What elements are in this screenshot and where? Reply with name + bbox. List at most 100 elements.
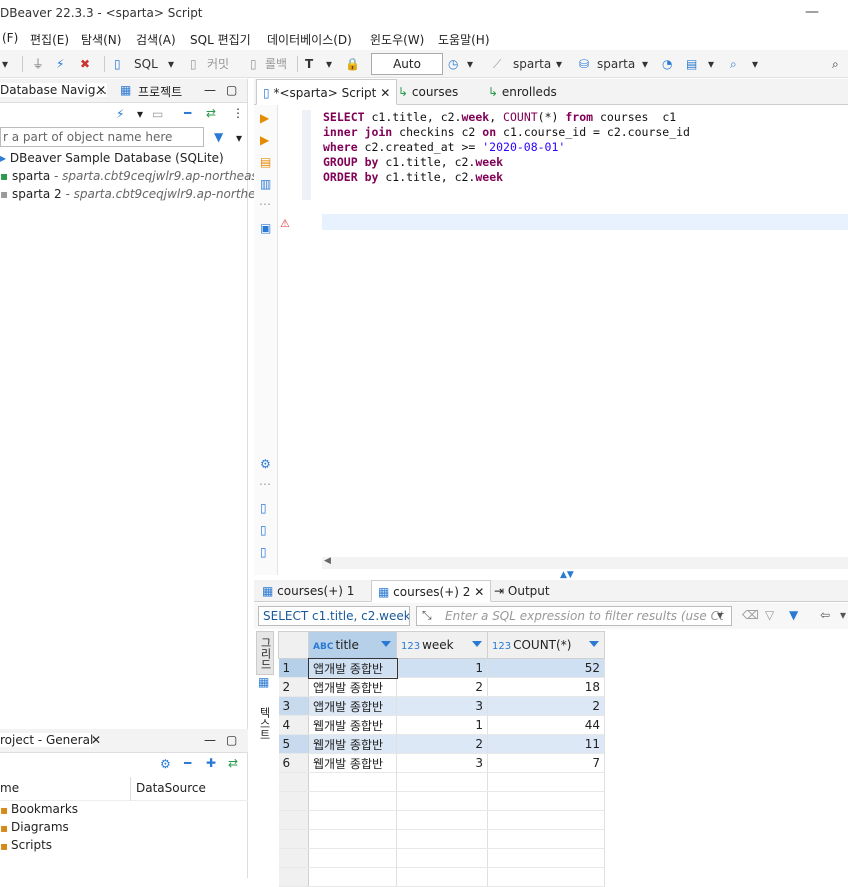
expand-icon[interactable]: ⤡ xyxy=(422,608,432,623)
rollback-icon[interactable]: ▯ xyxy=(250,55,257,73)
table-row[interactable]: 4 웹개발 종합반 1 44 xyxy=(278,715,605,735)
cell-count[interactable]: 52 xyxy=(487,658,605,678)
transaction-mode-field[interactable]: Auto xyxy=(371,53,443,75)
connect-icon[interactable]: ⏚ xyxy=(32,55,44,73)
history-icon[interactable]: ◷ xyxy=(448,55,458,73)
connection-icon[interactable]: ⟋ xyxy=(493,55,501,73)
close-icon[interactable]: ✕ xyxy=(474,585,484,599)
maximize-results-icon[interactable]: ▲▼ xyxy=(560,570,574,580)
cell-count[interactable]: 7 xyxy=(487,753,605,773)
code-line[interactable]: where c2.created_at >= '2020-08-01' xyxy=(323,140,690,155)
cell-week[interactable]: 1 xyxy=(396,715,488,735)
dashboard-icon[interactable]: ◔ xyxy=(662,55,672,73)
project-item[interactable]: ▪ Bookmarks xyxy=(0,801,248,819)
menu-window[interactable]: 윈도우(W) xyxy=(370,31,424,48)
row-number[interactable]: 4 xyxy=(278,715,309,735)
column-header-count[interactable]: 123 COUNT(*) xyxy=(487,631,605,659)
filter-history-icon[interactable]: ▾ xyxy=(717,608,723,622)
code-line[interactable]: inner join checkins c2 on c1.course_id =… xyxy=(323,125,690,140)
cell-week[interactable]: 3 xyxy=(396,753,488,773)
menu-file[interactable]: (F) xyxy=(2,31,18,45)
cell-week[interactable]: 3 xyxy=(396,696,488,716)
new-folder-icon[interactable]: ▭ xyxy=(152,107,163,121)
project-item[interactable]: ▪ Diagrams xyxy=(0,819,248,837)
explain-plan-icon[interactable]: ▥ xyxy=(260,177,271,191)
filter-dropdown-icon[interactable]: ▾ xyxy=(236,131,242,145)
cell-count[interactable]: 11 xyxy=(487,734,605,754)
cell-title[interactable]: 앱개발 종합반 xyxy=(308,696,397,716)
rollback-button[interactable]: 롤백 xyxy=(265,55,287,73)
row-number[interactable]: 2 xyxy=(278,677,309,697)
tab-sparta-script[interactable]: ▯ *<sparta> Script ✕ xyxy=(256,79,398,105)
search-dropdown-icon[interactable]: ▾ xyxy=(752,55,758,73)
column-header-week[interactable]: 123 week xyxy=(396,631,488,659)
global-search-icon[interactable]: ⌕ xyxy=(832,55,839,73)
tree-item[interactable]: ▪ sparta - sparta.cbt9ceqjwlr9.ap-northe… xyxy=(0,169,274,183)
cell-week[interactable]: 2 xyxy=(396,677,488,697)
grid-icon[interactable]: ▦ xyxy=(256,675,276,689)
row-number[interactable]: 3 xyxy=(278,696,309,716)
active-connection[interactable]: sparta xyxy=(513,55,551,73)
horizontal-scrollbar[interactable]: ◀ xyxy=(322,556,848,569)
navigator-filter-input[interactable]: r a part of object name here xyxy=(0,127,204,147)
code-line[interactable]: SELECT c1.title, c2.week, COUNT(*) from … xyxy=(323,110,690,125)
cell-title[interactable]: 웹개발 종합반 xyxy=(308,734,397,754)
row-number[interactable]: 5 xyxy=(278,734,309,754)
tab-results-1[interactable]: ▦ courses(+) 1 xyxy=(256,580,360,602)
transaction-dropdown-icon[interactable]: ▾ xyxy=(326,55,332,73)
dropdown-arrow-icon[interactable]: ▾ xyxy=(137,107,143,121)
filter-settings-icon[interactable]: ▽ xyxy=(765,608,774,622)
search-icon[interactable]: ⌕ xyxy=(730,55,737,73)
collapse-all-icon[interactable]: ━ xyxy=(184,756,191,770)
dropdown-arrow-icon[interactable]: ▾ xyxy=(2,55,8,73)
back-icon[interactable]: ⇦ xyxy=(820,608,830,622)
tab-database-navigator[interactable]: Database Navig... xyxy=(0,83,107,97)
table-row[interactable]: 6 웹개발 종합반 3 7 xyxy=(278,753,605,773)
database-icon[interactable]: ⛁ xyxy=(579,55,589,73)
commit-icon[interactable]: ▯ xyxy=(190,55,197,73)
tab-results-2[interactable]: ▦ courses(+) 2 ✕ xyxy=(371,580,492,602)
filter-expression-input[interactable]: Enter a SQL expression to filter results… xyxy=(416,606,732,626)
column-header-datasource[interactable]: DataSource xyxy=(136,781,206,795)
tab-output[interactable]: ⇥ Output xyxy=(488,580,556,602)
sort-icon[interactable] xyxy=(589,641,599,647)
new-connection-icon[interactable]: ⚡ xyxy=(116,107,124,121)
tab-project[interactable]: 프로젝트 xyxy=(138,83,182,100)
variables-icon[interactable]: ▯ xyxy=(260,545,267,559)
table-row[interactable]: 2 앱개발 종합반 2 18 xyxy=(278,677,605,697)
sql-code[interactable]: SELECT c1.title, c2.week, COUNT(*) from … xyxy=(323,110,690,185)
sql-button[interactable]: SQL xyxy=(134,55,158,73)
more-icon[interactable]: ⋯ xyxy=(259,197,271,211)
sql-editor-icon[interactable]: ▯ xyxy=(114,55,121,73)
active-schema[interactable]: sparta xyxy=(597,55,635,73)
transaction-mode-icon[interactable]: T xyxy=(305,55,313,73)
cell-week[interactable]: 2 xyxy=(396,734,488,754)
history-dropdown-icon[interactable]: ▾ xyxy=(467,55,473,73)
execute-icon[interactable]: ▶ xyxy=(260,111,269,125)
scroll-left-icon[interactable]: ◀ xyxy=(324,556,331,566)
new-connection-icon[interactable]: ⚡ xyxy=(56,55,64,73)
schema-dropdown-icon[interactable]: ▾ xyxy=(642,55,648,73)
cell-week[interactable]: 1 xyxy=(396,658,488,678)
grid-view-tab[interactable]: 그리드 xyxy=(256,631,274,675)
export-icon[interactable]: ▯ xyxy=(260,501,267,515)
cell-title[interactable]: 웹개발 종합반 xyxy=(308,715,397,735)
close-icon[interactable]: ✕ xyxy=(380,86,390,100)
file-icon[interactable]: ▯ xyxy=(260,523,267,537)
minimize-icon[interactable]: — xyxy=(805,4,819,20)
tab-project-general[interactable]: roject - General xyxy=(0,733,94,747)
cell-title[interactable]: 웹개발 종합반 xyxy=(308,753,397,773)
maximize-icon[interactable]: ▢ xyxy=(226,83,237,97)
cell-title[interactable]: 앱개발 종합반 xyxy=(308,677,397,697)
column-header-name[interactable]: me xyxy=(0,781,19,795)
table-row[interactable]: 5 웹개발 종합반 2 11 xyxy=(278,734,605,754)
row-number[interactable]: 1 xyxy=(278,658,309,678)
menu-help[interactable]: 도움말(H) xyxy=(438,31,490,48)
close-icon[interactable]: ✕ xyxy=(91,733,101,747)
execute-script-icon[interactable]: ▤ xyxy=(260,155,271,169)
table-row[interactable]: 3 앱개발 종합반 3 2 xyxy=(278,696,605,716)
row-number[interactable]: 6 xyxy=(278,753,309,773)
tab-courses[interactable]: ↳ courses xyxy=(392,79,464,105)
filter-icon[interactable]: ▼ xyxy=(789,608,798,622)
add-icon[interactable]: ✚ xyxy=(206,756,216,770)
